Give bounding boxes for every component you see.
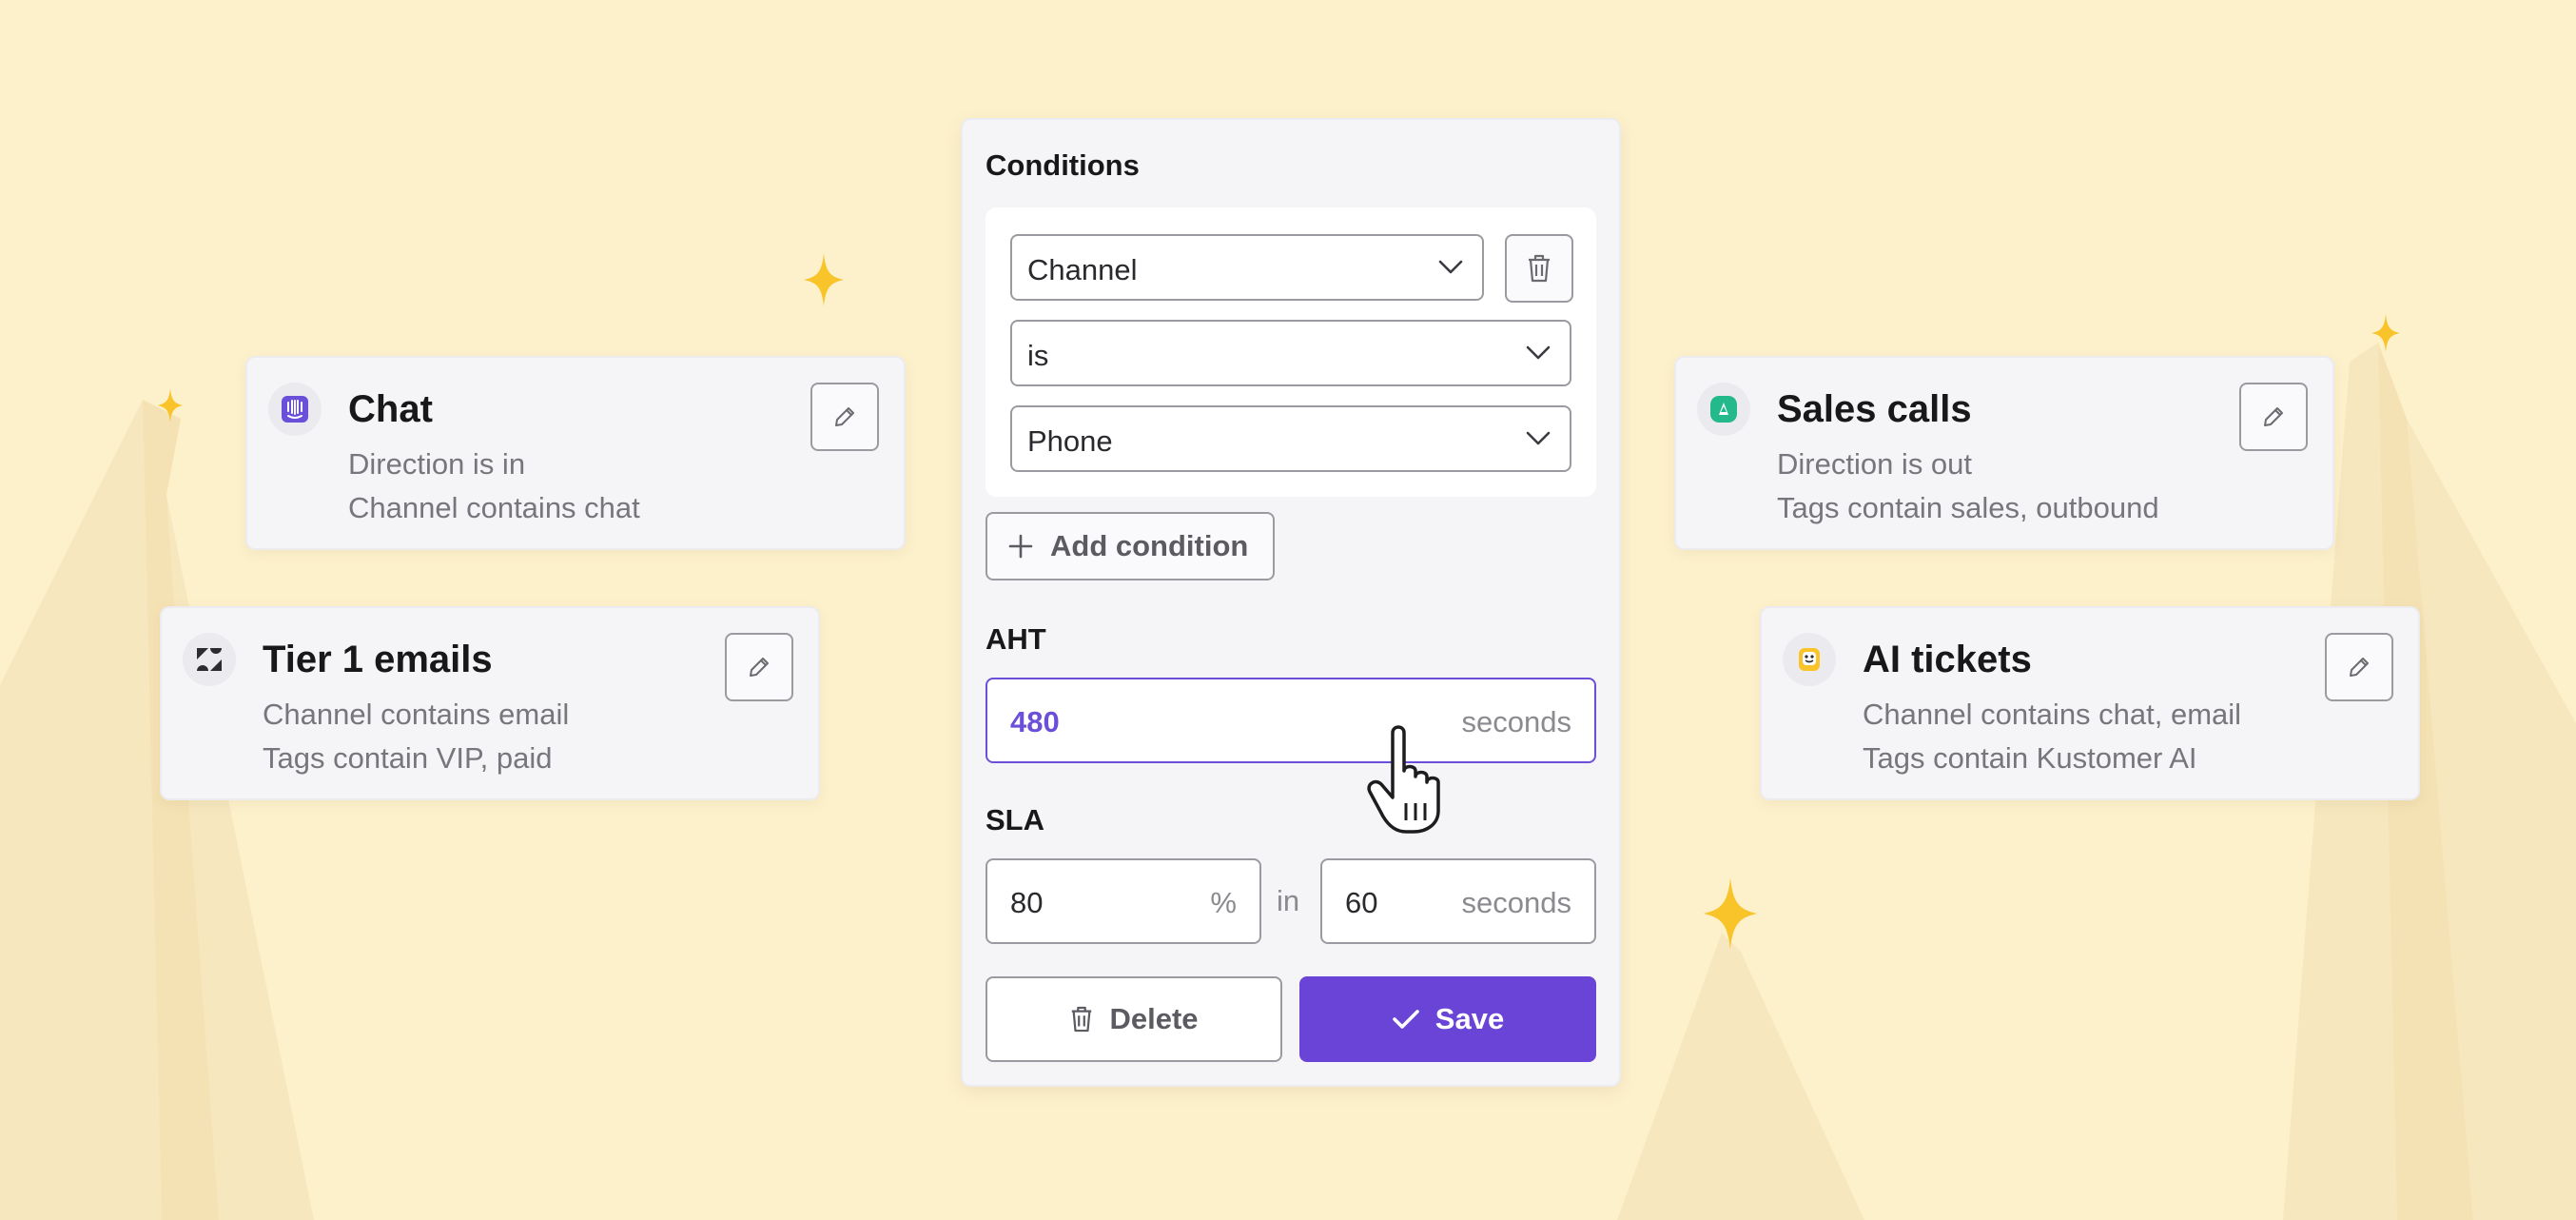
card-condition: Channel contains email	[263, 698, 570, 731]
card-condition: Tags contain VIP, paid	[263, 741, 553, 775]
condition-value-select[interactable]: Phone	[1010, 405, 1571, 472]
plus-icon	[1008, 534, 1033, 559]
hand-cursor-icon	[1367, 725, 1440, 834]
sparkle-icon	[157, 388, 184, 423]
chevron-down-icon	[1526, 345, 1551, 360]
sla-seconds-unit: seconds	[1461, 886, 1571, 919]
sparkle-icon	[804, 253, 844, 306]
sla-in-text: in	[1277, 884, 1300, 917]
card-condition: Tags contain sales, outbound	[1777, 491, 2159, 524]
card-condition: Direction is in	[348, 447, 526, 481]
sla-percent-value: 80	[1010, 886, 1044, 919]
pencil-icon	[2350, 658, 2369, 677]
aircall-logo-icon	[1697, 383, 1750, 436]
chevron-down-icon	[1526, 431, 1551, 445]
edit-button[interactable]	[810, 383, 879, 451]
trash-icon	[1529, 254, 1550, 283]
save-label: Save	[1434, 1002, 1505, 1035]
aht-value: 480	[1010, 705, 1060, 738]
queue-card-chat: Chat Direction is in Channel contains ch…	[245, 356, 906, 550]
card-title: Sales calls	[1777, 388, 1972, 430]
card-condition: Tags contain Kustomer AI	[1863, 741, 2197, 775]
edit-button[interactable]	[2239, 383, 2308, 451]
card-condition: Channel contains chat	[348, 491, 640, 524]
delete-label: Delete	[1109, 1002, 1199, 1035]
sparkle-icon	[1703, 877, 1758, 950]
pencil-icon	[2264, 407, 2283, 426]
card-title: Tier 1 emails	[263, 639, 493, 680]
add-condition-label: Add condition	[1050, 529, 1249, 562]
chevron-down-icon	[1438, 260, 1463, 274]
sla-seconds-value: 60	[1345, 886, 1378, 919]
kustomer-logo-icon	[1783, 633, 1836, 686]
sla-label: SLA	[986, 803, 1044, 836]
card-title: AI tickets	[1863, 639, 2032, 680]
sla-seconds-input[interactable]: 60 seconds	[1320, 858, 1596, 944]
select-value: is	[1027, 339, 1049, 372]
pencil-icon	[750, 658, 769, 677]
edit-button[interactable]	[2325, 633, 2393, 701]
pencil-icon	[835, 407, 854, 426]
checkmark-icon	[1392, 1010, 1419, 1029]
trash-icon	[1072, 1006, 1092, 1033]
select-value: Phone	[1027, 424, 1113, 458]
card-condition: Direction is out	[1777, 447, 1973, 481]
delete-button[interactable]: Delete	[986, 976, 1282, 1062]
aht-input[interactable]: 480 seconds	[986, 678, 1596, 763]
save-button[interactable]: Save	[1299, 976, 1596, 1062]
condition-field-select[interactable]: Channel	[1010, 234, 1484, 301]
card-title: Chat	[348, 388, 433, 430]
card-condition: Channel contains chat, email	[1863, 698, 2242, 731]
sla-percent-unit: %	[1210, 886, 1237, 919]
zendesk-logo-icon	[183, 633, 236, 686]
sla-percent-input[interactable]: 80 %	[986, 858, 1261, 944]
aht-label: AHT	[986, 622, 1046, 656]
sparkle-icon	[2371, 314, 2400, 352]
edit-button[interactable]	[725, 633, 793, 701]
add-condition-button[interactable]: Add condition	[986, 512, 1275, 580]
queue-settings-panel: Conditions Channel is Phone Add conditio…	[961, 118, 1621, 1087]
delete-condition-button[interactable]	[1505, 234, 1573, 303]
queue-card-tier1-emails: Tier 1 emails Channel contains email Tag…	[160, 606, 820, 800]
conditions-heading: Conditions	[986, 148, 1140, 182]
queue-card-sales-calls: Sales calls Direction is out Tags contai…	[1674, 356, 2334, 550]
select-value: Channel	[1027, 253, 1138, 286]
condition-operator-select[interactable]: is	[1010, 320, 1571, 386]
queue-card-ai-tickets: AI tickets Channel contains chat, email …	[1760, 606, 2420, 800]
aht-unit: seconds	[1461, 705, 1571, 738]
intercom-logo-icon	[268, 383, 322, 436]
condition-group: Channel is Phone	[986, 207, 1596, 497]
